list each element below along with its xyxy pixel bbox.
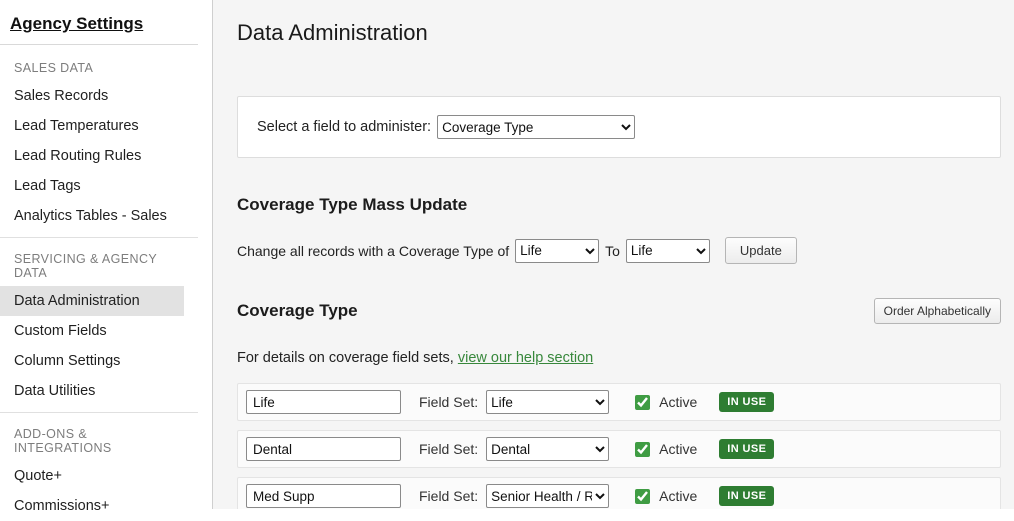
field-set-dropdown[interactable]: Dental bbox=[486, 437, 610, 461]
field-set-dropdown[interactable]: Senior Health / RX bbox=[486, 484, 610, 508]
sidebar-item-lead-routing-rules[interactable]: Lead Routing Rules bbox=[0, 141, 198, 171]
coverage-rows: Field Set: Life Active IN USE Field Set:… bbox=[237, 383, 1001, 509]
sidebar-item-data-utilities[interactable]: Data Utilities bbox=[0, 376, 184, 406]
mass-update-from-dropdown[interactable]: Life bbox=[515, 238, 600, 263]
coverage-row: Field Set: Life Active IN USE bbox=[237, 383, 1001, 421]
in-use-badge: IN USE bbox=[719, 392, 775, 412]
sidebar-item-lead-tags[interactable]: Lead Tags bbox=[0, 171, 198, 201]
field-set-label: Field Set: bbox=[419, 488, 479, 504]
mass-update-heading: Coverage Type Mass Update bbox=[237, 195, 468, 214]
coverage-help-text: For details on coverage field sets, bbox=[237, 350, 454, 366]
sidebar-title[interactable]: Agency Settings bbox=[0, 10, 198, 45]
coverage-row: Field Set: Dental Active IN USE bbox=[237, 430, 1001, 468]
coverage-help-line: For details on coverage field sets, view… bbox=[237, 350, 1001, 366]
sidebar-section-header: SALES DATA bbox=[14, 61, 94, 75]
field-selector-dropdown[interactable]: Coverage Type bbox=[437, 115, 636, 139]
sidebar-section-sales: SALES DATA Sales Records Lead Temperatur… bbox=[0, 51, 212, 231]
active-label: Active bbox=[659, 488, 698, 504]
sidebar-item-column-settings[interactable]: Column Settings bbox=[0, 346, 184, 376]
coverage-name-input[interactable] bbox=[246, 484, 401, 508]
active-checkbox[interactable] bbox=[635, 488, 651, 504]
mass-update-to-label: To bbox=[605, 242, 620, 259]
mass-update-to-dropdown[interactable]: Life bbox=[625, 238, 710, 263]
order-alphabetically-button[interactable]: Order Alphabetically bbox=[873, 298, 1001, 324]
field-set-dropdown[interactable]: Life bbox=[486, 390, 610, 414]
sidebar-item-data-administration[interactable]: Data Administration bbox=[0, 286, 184, 316]
in-use-badge: IN USE bbox=[719, 486, 775, 506]
sidebar-section-addons: ADD-ONS & INTEGRATIONS Quote+ Commission… bbox=[0, 412, 198, 521]
active-checkbox[interactable] bbox=[635, 394, 651, 410]
coverage-name-input[interactable] bbox=[246, 437, 401, 461]
sidebar-item-commissions-plus[interactable]: Commissions+ bbox=[0, 491, 184, 521]
main-content: Data Administration Select a field to ad… bbox=[213, 0, 1014, 509]
field-selector-card: Select a field to administer: Coverage T… bbox=[237, 96, 1001, 158]
update-button[interactable]: Update bbox=[724, 237, 797, 264]
in-use-badge: IN USE bbox=[719, 439, 775, 459]
sidebar-section-header: ADD-ONS & INTEGRATIONS bbox=[14, 427, 112, 455]
field-set-label: Field Set: bbox=[419, 394, 479, 410]
field-set-label: Field Set: bbox=[419, 441, 479, 457]
sidebar-item-quote-plus[interactable]: Quote+ bbox=[0, 461, 184, 491]
mass-update-text: Change all records with a Coverage Type … bbox=[237, 242, 510, 259]
coverage-row: Field Set: Senior Health / RX Active IN … bbox=[237, 477, 1001, 509]
sidebar-section-servicing: SERVICING & AGENCY DATA Data Administrat… bbox=[0, 237, 198, 406]
page-title: Data Administration bbox=[237, 20, 428, 45]
sidebar-item-sales-records[interactable]: Sales Records bbox=[0, 81, 198, 111]
help-section-link[interactable]: view our help section bbox=[458, 350, 593, 366]
active-label: Active bbox=[659, 394, 698, 410]
sidebar-section-header: SERVICING & AGENCY DATA bbox=[14, 252, 157, 280]
field-selector-label: Select a field to administer: bbox=[257, 119, 432, 135]
sidebar-item-custom-fields[interactable]: Custom Fields bbox=[0, 316, 184, 346]
active-label: Active bbox=[659, 441, 698, 457]
coverage-type-heading: Coverage Type bbox=[237, 301, 358, 320]
sidebar-item-lead-temperatures[interactable]: Lead Temperatures bbox=[0, 111, 198, 141]
mass-update-controls: Change all records with a Coverage Type … bbox=[237, 237, 1001, 264]
settings-sidebar: Agency Settings SALES DATA Sales Records… bbox=[0, 0, 213, 514]
coverage-type-header-row: Coverage Type Order Alphabetically bbox=[237, 298, 1001, 324]
app-window: Agency Settings SALES DATA Sales Records… bbox=[0, 0, 1014, 514]
sidebar-item-analytics-tables-sales[interactable]: Analytics Tables - Sales bbox=[0, 201, 198, 231]
active-checkbox[interactable] bbox=[635, 441, 651, 457]
coverage-name-input[interactable] bbox=[246, 390, 401, 414]
